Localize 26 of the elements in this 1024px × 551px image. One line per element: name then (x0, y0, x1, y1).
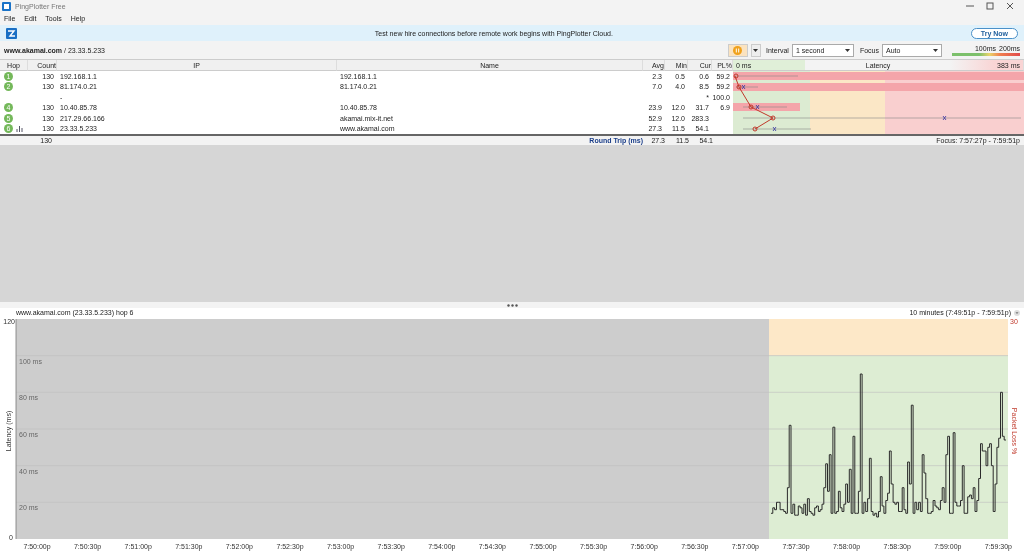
current-marker (741, 84, 746, 90)
close-icon[interactable] (1006, 2, 1014, 10)
caret-icon (844, 48, 850, 52)
current-marker (772, 126, 777, 132)
latency-scale-bar (952, 52, 1020, 56)
range-line (734, 75, 799, 77)
average-point (736, 84, 742, 90)
average-point (733, 73, 739, 79)
average-point (748, 104, 754, 110)
bar-chart-icon[interactable] (16, 125, 23, 132)
average-line (734, 75, 774, 130)
drag-handle-icon[interactable] (506, 303, 518, 307)
pause-icon (733, 45, 743, 55)
average-point (770, 115, 776, 121)
caret-icon (753, 48, 759, 52)
range-line (742, 106, 788, 108)
average-point (752, 126, 758, 132)
packet-loss-bar (733, 103, 800, 111)
current-marker (942, 115, 947, 121)
cloud-logo-icon (6, 27, 17, 39)
caret-icon (933, 48, 938, 52)
dropdown-button[interactable] (750, 43, 761, 57)
range-line (735, 86, 759, 88)
maximize-icon[interactable] (986, 2, 994, 10)
current-marker (755, 104, 760, 110)
caret-icon[interactable] (1014, 309, 1020, 316)
